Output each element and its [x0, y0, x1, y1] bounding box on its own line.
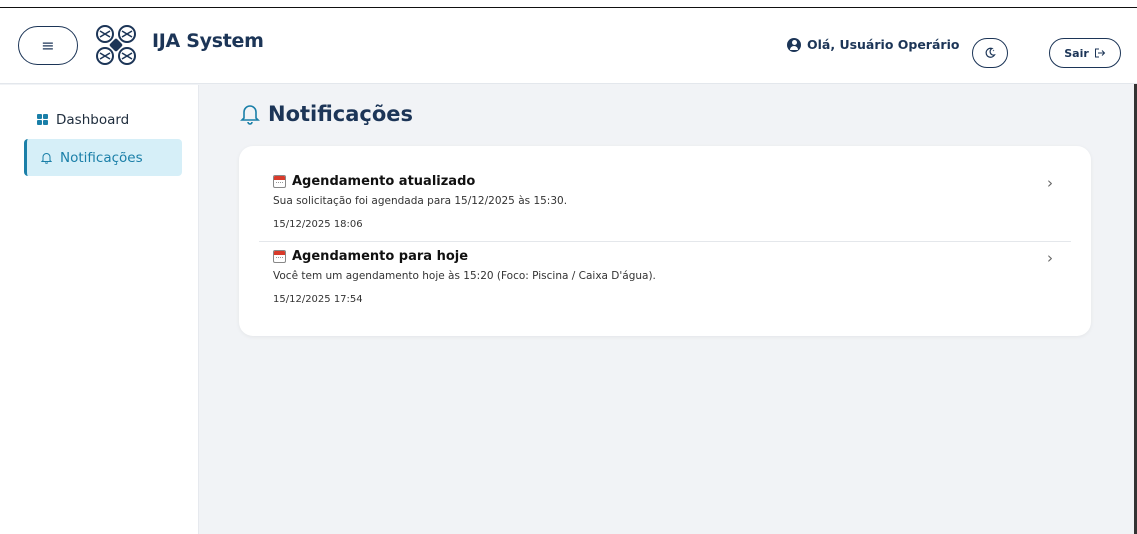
hamburger-icon: ≡: [41, 36, 55, 55]
calendar-icon: [273, 250, 286, 263]
logout-label: Sair: [1064, 46, 1089, 60]
grid-icon: [37, 114, 48, 125]
notification-title: Agendamento atualizado: [273, 174, 475, 189]
notifications-card: Agendamento atualizado Sua solicitação f…: [239, 146, 1091, 336]
sidebar-item-label: Notificações: [60, 149, 143, 166]
bell-icon: [240, 105, 260, 125]
notification-message: Sua solicitação foi agendada para 15/12/…: [273, 195, 568, 207]
greeting-text: Olá, Usuário Operário: [807, 37, 960, 52]
notification-item[interactable]: Agendamento para hoje Você tem um agenda…: [259, 249, 1071, 317]
sidebar-item-label: Dashboard: [56, 111, 130, 128]
chevron-right-icon: ›: [1047, 249, 1053, 267]
top-navbar: ≡ IJA System Olá, Usuário Operário Sair: [0, 8, 1137, 84]
menu-toggle-button[interactable]: ≡: [18, 26, 78, 65]
notification-date: 15/12/2025 18:06: [273, 219, 363, 230]
notification-item[interactable]: Agendamento atualizado Sua solicitação f…: [259, 174, 1071, 242]
chevron-right-icon: ›: [1047, 174, 1053, 192]
sidebar: Dashboard Notificações: [0, 85, 199, 534]
notification-message: Você tem um agendamento hoje às 15:20 (F…: [273, 270, 656, 282]
drone-icon: [96, 25, 136, 65]
notification-date: 15/12/2025 17:54: [273, 294, 363, 305]
user-circle-icon: [787, 37, 801, 52]
logout-icon: [1094, 48, 1105, 58]
user-greeting: Olá, Usuário Operário: [787, 37, 959, 52]
page-title-text: Notificações: [268, 102, 414, 126]
notification-title: Agendamento para hoje: [273, 249, 468, 264]
bell-icon: [41, 152, 52, 164]
sidebar-item-dashboard[interactable]: Dashboard: [24, 101, 182, 138]
moon-icon: [985, 47, 996, 58]
theme-toggle-button[interactable]: [972, 38, 1008, 68]
brand-title: IJA System: [152, 30, 264, 52]
logout-button[interactable]: Sair: [1049, 38, 1121, 68]
notification-title-text: Agendamento para hoje: [292, 249, 469, 264]
sidebar-item-notificacoes[interactable]: Notificações: [24, 139, 182, 176]
notification-title-text: Agendamento atualizado: [292, 174, 476, 189]
calendar-icon: [273, 175, 286, 188]
page-title: Notificações: [240, 102, 413, 126]
